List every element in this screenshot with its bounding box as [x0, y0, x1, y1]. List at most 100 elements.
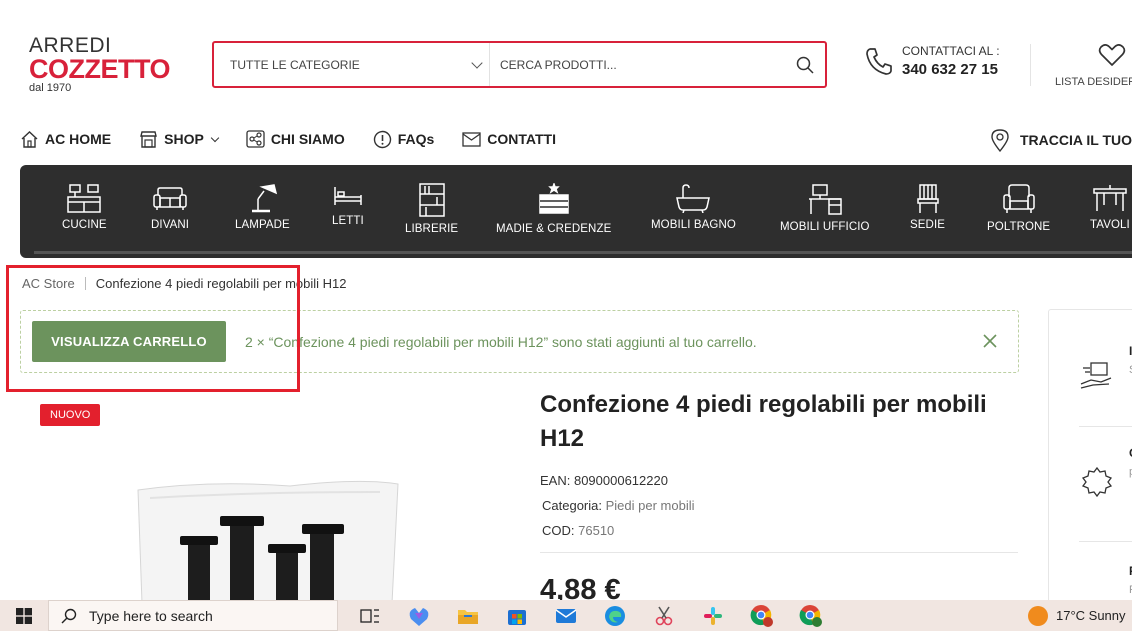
category-label: LETTI [332, 215, 364, 227]
category-lampade[interactable]: LAMPADE [235, 183, 290, 231]
services-card: I S C p F F [1048, 309, 1132, 609]
category-label: POLTRONE [987, 221, 1051, 233]
category-label: MADIE & CREDENZE [496, 223, 612, 235]
home-icon [21, 131, 38, 148]
header-divider [1030, 44, 1031, 86]
wishlist-link[interactable]: LISTA DESIDERI [1055, 43, 1132, 88]
windows-icon [16, 607, 32, 624]
category-divani[interactable]: DIVANI [151, 183, 189, 231]
track-order-link[interactable]: TRACCIA IL TUO O [990, 128, 1132, 152]
logo-line-1: ARREDI [29, 34, 112, 57]
product-image[interactable] [130, 478, 430, 603]
category-mobili-ufficio[interactable]: MOBILI UFFICIO [780, 183, 870, 233]
slack-icon[interactable] [688, 600, 737, 631]
services-divider [1079, 541, 1132, 542]
ean-value: 8090000612220 [573, 473, 668, 488]
category-madie-credenze[interactable]: MADIE & CREDENZE [496, 183, 611, 235]
category-select[interactable]: TUTTE LE CATEGORIE [214, 43, 490, 86]
desk-icon [808, 184, 842, 215]
contact-phone[interactable]: 340 632 27 15 [902, 61, 1000, 78]
product-meta: EAN: 8090000612220 Categoria: Piedi per … [540, 468, 694, 543]
taskbar-apps [345, 600, 835, 631]
category-label: LAMPADE [235, 219, 290, 231]
category-meta-value[interactable]: Piedi per mobili [606, 498, 695, 513]
search-button[interactable] [785, 43, 825, 86]
system-tray: 17°C Sunny [1028, 600, 1126, 631]
ean-label: EAN: [540, 473, 571, 488]
highlight-annotation [6, 265, 300, 392]
main-nav: AC HOME SHOP CHI SIAMO FAQs CONTATTI [20, 128, 584, 150]
search-bar: TUTTE LE CATEGORIE [212, 41, 827, 88]
nav-item-contatti[interactable]: CONTATTI [462, 128, 556, 150]
nav-label: FAQs [397, 131, 435, 147]
chrome-profile-icon[interactable] [786, 600, 835, 631]
contact-label: CONTATTACI AL : [902, 44, 1000, 58]
nav-label: AC HOME [45, 131, 112, 147]
category-poltrone[interactable]: POLTRONE [987, 183, 1050, 233]
category-select-label: TUTTE LE CATEGORIE [230, 57, 360, 72]
category-sedie[interactable]: SEDIE [910, 183, 945, 231]
cod-label: COD: [542, 523, 575, 538]
category-mobili-bagno[interactable]: MOBILI BAGNO [651, 183, 736, 231]
chair-icon [916, 184, 939, 213]
nav-label: CONTATTI [487, 131, 556, 147]
kitchen-icon [67, 184, 102, 213]
bathtub-icon [676, 184, 711, 213]
category-tavoli[interactable]: TAVOLI [1090, 183, 1130, 231]
file-explorer-icon[interactable] [443, 600, 492, 631]
task-view-icon[interactable] [345, 600, 394, 631]
category-label: CUCINE [62, 219, 107, 231]
taskbar-search[interactable]: Type here to search [48, 600, 338, 631]
services-divider [1079, 426, 1132, 427]
contact-block[interactable]: CONTATTACI AL : 340 632 27 15 [864, 44, 1000, 78]
product-ean-row: EAN: 8090000612220 [540, 468, 694, 493]
mail-icon[interactable] [541, 600, 590, 631]
chrome-icon[interactable] [737, 600, 786, 631]
copilot-icon[interactable] [394, 600, 443, 631]
nav-label: SHOP [164, 131, 204, 147]
windows-taskbar: Type here to search 17°C Sunny [0, 600, 1132, 631]
sofa-icon [153, 187, 187, 210]
mail-icon [462, 131, 481, 147]
category-scrollbar[interactable] [34, 251, 1132, 254]
snipping-tool-icon[interactable] [639, 600, 688, 631]
site-logo[interactable]: ARREDI COZZETTO dal 1970 [29, 34, 179, 94]
new-badge: NUOVO [40, 404, 101, 426]
location-pin-icon [991, 129, 1009, 152]
category-librerie[interactable]: LIBRERIE [405, 183, 458, 235]
category-meta-label: Categoria: [542, 498, 602, 513]
category-label: TAVOLI [1090, 219, 1130, 231]
start-button[interactable] [0, 600, 48, 631]
cod-value: 76510 [578, 523, 615, 538]
nav-item-faqs[interactable]: FAQs [373, 128, 435, 150]
nav-item-shop[interactable]: SHOP [139, 128, 220, 150]
phone-icon [866, 48, 892, 75]
weather-text[interactable]: 17°C Sunny [1056, 608, 1126, 623]
cart-notice-message: 2 × “Confezione 4 piedi regolabili per m… [245, 334, 757, 350]
logo-line-2: COZZETTO [29, 54, 171, 84]
product-divider [540, 552, 1018, 553]
heart-icon [1098, 44, 1125, 66]
category-bar: CUCINE DIVANI LAMPADE LETTI LIBRERIE MAD… [20, 165, 1132, 258]
nav-item-chi-siamo[interactable]: CHI SIAMO [246, 128, 345, 150]
award-icon [1081, 466, 1113, 498]
category-label: LIBRERIE [405, 223, 459, 235]
search-icon [796, 56, 814, 74]
product-category-row: Categoria: Piedi per mobili [540, 493, 694, 518]
bed-icon [334, 187, 362, 205]
store-icon[interactable] [492, 600, 541, 631]
search-input[interactable] [490, 43, 785, 86]
sun-icon [1028, 605, 1048, 626]
nav-item-home[interactable]: AC HOME [20, 128, 111, 150]
search-icon [61, 608, 77, 623]
product-title: Confezione 4 piedi regolabili per mobili… [540, 391, 987, 452]
close-icon[interactable] [982, 333, 998, 349]
bookcase-icon [418, 183, 445, 217]
category-cucine[interactable]: CUCINE [62, 183, 107, 231]
lamp-icon [252, 184, 278, 213]
edge-icon[interactable] [590, 600, 639, 631]
category-label: MOBILI BAGNO [651, 219, 736, 231]
category-letti[interactable]: LETTI [332, 183, 364, 227]
category-label: DIVANI [151, 219, 190, 231]
category-label: SEDIE [910, 219, 946, 231]
